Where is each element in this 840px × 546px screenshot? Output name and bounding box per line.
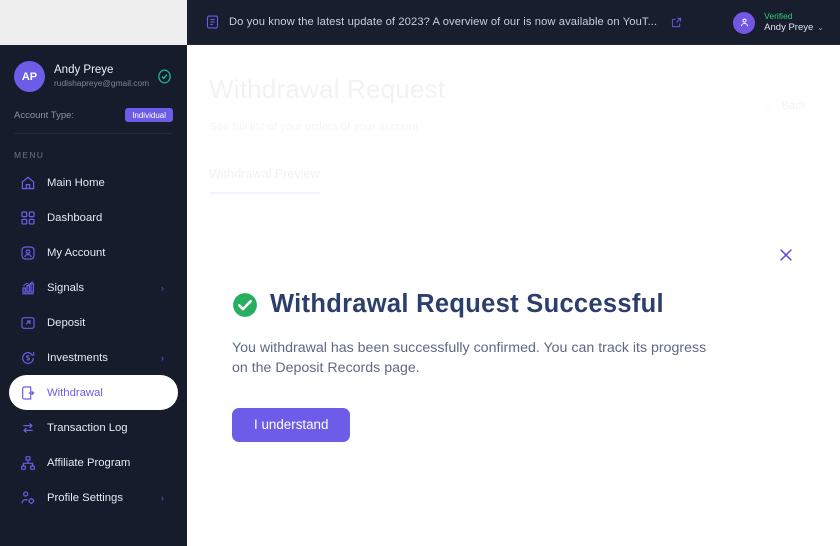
sidebar-item-label: Withdrawal (47, 386, 103, 399)
corner-notch (0, 0, 187, 45)
profile-row: AP Andy Preye rudishapreye@gmail.com (14, 61, 173, 92)
account-type-row: Account Type: Individual (14, 108, 173, 134)
profile-email: rudishapreye@gmail.com (54, 78, 150, 89)
sidebar-item-withdrawal[interactable]: Withdrawal (9, 375, 178, 410)
success-modal-overlay: Withdrawal Request Successful You withdr… (187, 45, 840, 546)
verified-label: Verified (764, 11, 793, 22)
sidebar-item-deposit[interactable]: Deposit (9, 305, 178, 340)
bar-chart-icon (20, 280, 36, 296)
refresh-coin-icon (20, 350, 36, 366)
chevron-right-icon: › (161, 282, 164, 293)
account-type-label: Account Type: (14, 109, 75, 121)
sidebar-item-main-home[interactable]: Main Home (9, 165, 178, 200)
person-gear-icon (20, 490, 36, 506)
sidebar-profile: AP Andy Preye rudishapreye@gmail.com Acc… (0, 45, 187, 134)
sidebar-item-label: Signals (47, 281, 85, 294)
sidebar-item-label: Deposit (47, 316, 86, 329)
external-link-icon[interactable] (671, 17, 682, 28)
sidebar-item-label: Affiliate Program (47, 456, 131, 469)
sidebar-item-affiliate-program[interactable]: Affiliate Program (9, 445, 178, 480)
account-type-badge: Individual (125, 108, 173, 122)
grid-icon (20, 210, 36, 226)
sidebar: AP Andy Preye rudishapreye@gmail.com Acc… (0, 45, 187, 546)
menu-section-label: MENU (14, 150, 45, 160)
sidebar-item-label: My Account (47, 246, 106, 259)
chevron-right-icon: › (161, 352, 164, 363)
profile-avatar: AP (14, 61, 45, 92)
close-icon[interactable] (774, 243, 798, 267)
profile-texts: Andy Preye rudishapreye@gmail.com (54, 63, 156, 90)
top-header-bar: Do you know the latest update of 2023? A… (187, 0, 840, 45)
deposit-icon (20, 315, 36, 331)
modal-title: Withdrawal Request Successful (270, 290, 664, 318)
success-check-icon (233, 292, 257, 317)
chevron-right-icon: › (161, 492, 164, 503)
sidebar-nav: Main Home Dashboard My Account Signals ›… (0, 165, 187, 515)
withdrawal-icon (20, 385, 36, 401)
sitemap-icon (20, 455, 36, 471)
sidebar-item-investments[interactable]: Investments › (9, 340, 178, 375)
sidebar-item-label: Transaction Log (47, 421, 128, 434)
avatar (733, 11, 756, 34)
user-name: Andy Preye (764, 21, 814, 33)
sidebar-item-dashboard[interactable]: Dashboard (9, 200, 178, 235)
sidebar-item-label: Main Home (47, 176, 105, 189)
app-root: Do you know the latest update of 2023? A… (0, 0, 840, 546)
modal-message: You withdrawal has been successfully con… (232, 340, 707, 377)
profile-name: Andy Preye (54, 63, 114, 76)
modal-title-row: Withdrawal Request Successful (232, 290, 792, 319)
announcement-text: Do you know the latest update of 2023? A… (229, 16, 658, 28)
verified-check-icon (158, 69, 171, 84)
main-content: Withdrawal Request See full list of your… (187, 45, 840, 546)
announcement-banner[interactable]: Do you know the latest update of 2023? A… (205, 14, 682, 30)
sidebar-item-label: Profile Settings (47, 491, 123, 504)
user-meta: Verified Andy Preye ⌄ (764, 11, 824, 34)
sidebar-item-label: Investments (47, 351, 108, 364)
user-square-icon (20, 245, 36, 261)
home-icon (20, 175, 36, 191)
document-icon (206, 15, 219, 29)
person-icon (740, 18, 748, 27)
sidebar-item-label: Dashboard (47, 211, 103, 224)
sidebar-item-profile-settings[interactable]: Profile Settings › (9, 480, 178, 515)
user-menu[interactable]: Verified Andy Preye ⌄ (733, 0, 824, 45)
success-modal: Withdrawal Request Successful You withdr… (232, 290, 792, 442)
chevron-down-icon[interactable]: ⌄ (817, 23, 824, 33)
sidebar-item-transaction-log[interactable]: Transaction Log (9, 410, 178, 445)
swap-arrows-icon (20, 420, 36, 436)
i-understand-button[interactable]: I understand (232, 407, 351, 442)
sidebar-item-signals[interactable]: Signals › (9, 270, 178, 305)
user-name-row: Andy Preye ⌄ (764, 22, 824, 34)
sidebar-item-my-account[interactable]: My Account (9, 235, 178, 270)
